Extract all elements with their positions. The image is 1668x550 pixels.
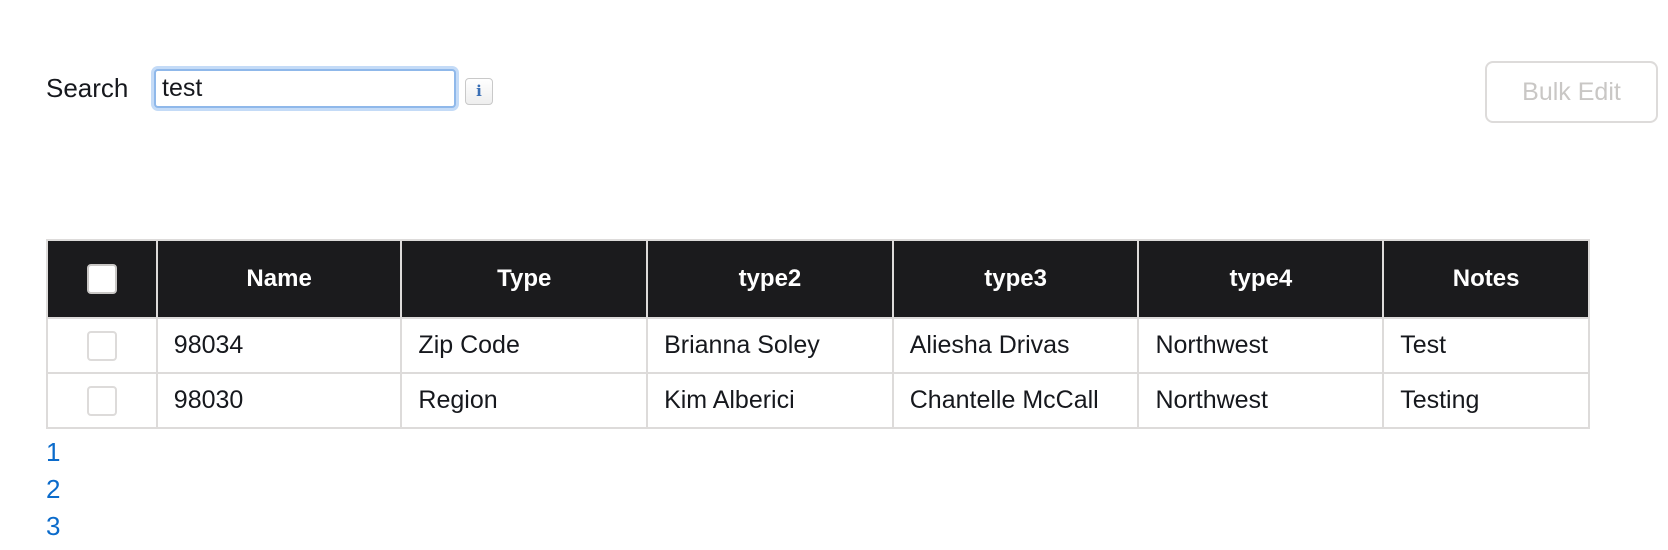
row-checkbox[interactable]: [86, 330, 117, 361]
cell-type2: Kim Alberici: [646, 372, 894, 429]
column-header-type2[interactable]: type2: [646, 239, 894, 319]
column-header-type3[interactable]: type3: [891, 239, 1140, 319]
table-row: 98030 Region Kim Alberici Chantelle McCa…: [46, 372, 1590, 429]
page-link-3[interactable]: 3: [46, 508, 76, 545]
table-header: Name Type type2 type3 type4 Notes: [46, 239, 1590, 319]
select-all-checkbox[interactable]: [86, 264, 117, 294]
column-header-notes[interactable]: Notes: [1382, 239, 1590, 319]
page-link-2[interactable]: 2: [46, 471, 76, 508]
table-body: 98034 Zip Code Brianna Soley Aliesha Dri…: [46, 317, 1590, 429]
page-link-1[interactable]: 1: [46, 434, 76, 471]
cell-notes: Test: [1382, 317, 1590, 374]
search-label: Search: [46, 73, 129, 103]
cell-type: Region: [400, 372, 649, 429]
row-checkbox[interactable]: [86, 385, 117, 416]
cell-name: 98034: [155, 317, 403, 374]
cell-type4: Northwest: [1137, 317, 1385, 374]
cell-type: Zip Code: [400, 317, 649, 374]
info-icon: i: [476, 82, 482, 100]
pagination: 1 2 3: [46, 434, 76, 545]
cell-type4: Northwest: [1137, 372, 1385, 429]
data-table: Name Type type2 type3 type4 Notes 98034 …: [46, 239, 1590, 429]
search-input[interactable]: [154, 69, 456, 108]
select-all-cell: [46, 239, 158, 319]
info-button[interactable]: i: [465, 78, 493, 105]
table-row: 98034 Zip Code Brianna Soley Aliesha Dri…: [46, 317, 1590, 374]
column-header-name[interactable]: Name: [155, 239, 403, 319]
row-select-cell: [46, 317, 158, 374]
cell-name: 98030: [155, 372, 403, 429]
cell-type2: Brianna Soley: [646, 317, 894, 374]
row-select-cell: [46, 372, 158, 429]
cell-notes: Testing: [1382, 372, 1590, 429]
column-header-type[interactable]: Type: [400, 239, 649, 319]
cell-type3: Chantelle McCall: [891, 372, 1140, 429]
bulk-edit-button[interactable]: Bulk Edit: [1485, 61, 1658, 123]
cell-type3: Aliesha Drivas: [891, 317, 1140, 374]
column-header-type4[interactable]: type4: [1137, 239, 1385, 319]
